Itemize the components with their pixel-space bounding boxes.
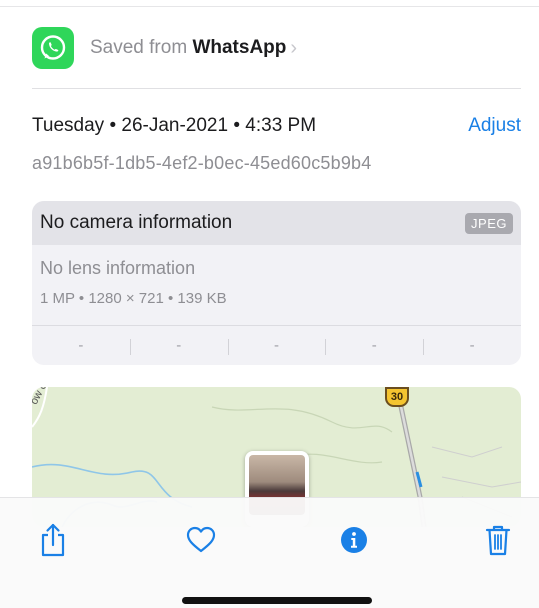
camera-label: No camera information — [40, 212, 233, 233]
exif-focal-length: - — [129, 337, 228, 355]
image-specs: 1 MP • 1280 × 721 • 139 KB — [40, 290, 227, 307]
saved-from-label: Saved from WhatsApp — [90, 37, 287, 58]
photo-datetime: Tuesday • 26-Jan-2021 • 4:33 PM — [32, 115, 317, 136]
camera-info-header: No camera information JPEG — [32, 201, 521, 245]
chevron-right-icon: › — [290, 36, 298, 59]
home-indicator[interactable] — [182, 597, 372, 604]
route-shield: 30 — [385, 387, 409, 407]
lens-label: No lens information — [40, 258, 196, 278]
exif-aperture: - — [325, 337, 423, 355]
share-icon[interactable] — [33, 520, 73, 560]
adjust-button[interactable]: Adjust — [468, 115, 521, 137]
info-icon[interactable] — [334, 520, 374, 560]
trash-icon[interactable] — [478, 520, 518, 560]
exif-row: - - - - - — [32, 326, 521, 365]
photo-filename: a91b6b5f-1db5-4ef2-b0ec-45ed60c5b9b4 — [32, 153, 372, 173]
format-badge: JPEG — [465, 212, 513, 234]
section-divider — [32, 88, 521, 89]
bottom-toolbar — [0, 497, 539, 608]
whatsapp-icon — [32, 27, 74, 69]
exif-exposure: - — [227, 337, 326, 355]
source-app-name: WhatsApp — [192, 37, 287, 58]
saved-from-row[interactable]: Saved from WhatsApp › — [32, 24, 297, 72]
exif-shutter: - — [423, 337, 521, 355]
top-divider — [0, 6, 539, 7]
exif-iso: - — [78, 337, 84, 354]
camera-info-card: No camera information JPEG No lens infor… — [32, 201, 521, 365]
heart-icon[interactable] — [181, 520, 221, 560]
